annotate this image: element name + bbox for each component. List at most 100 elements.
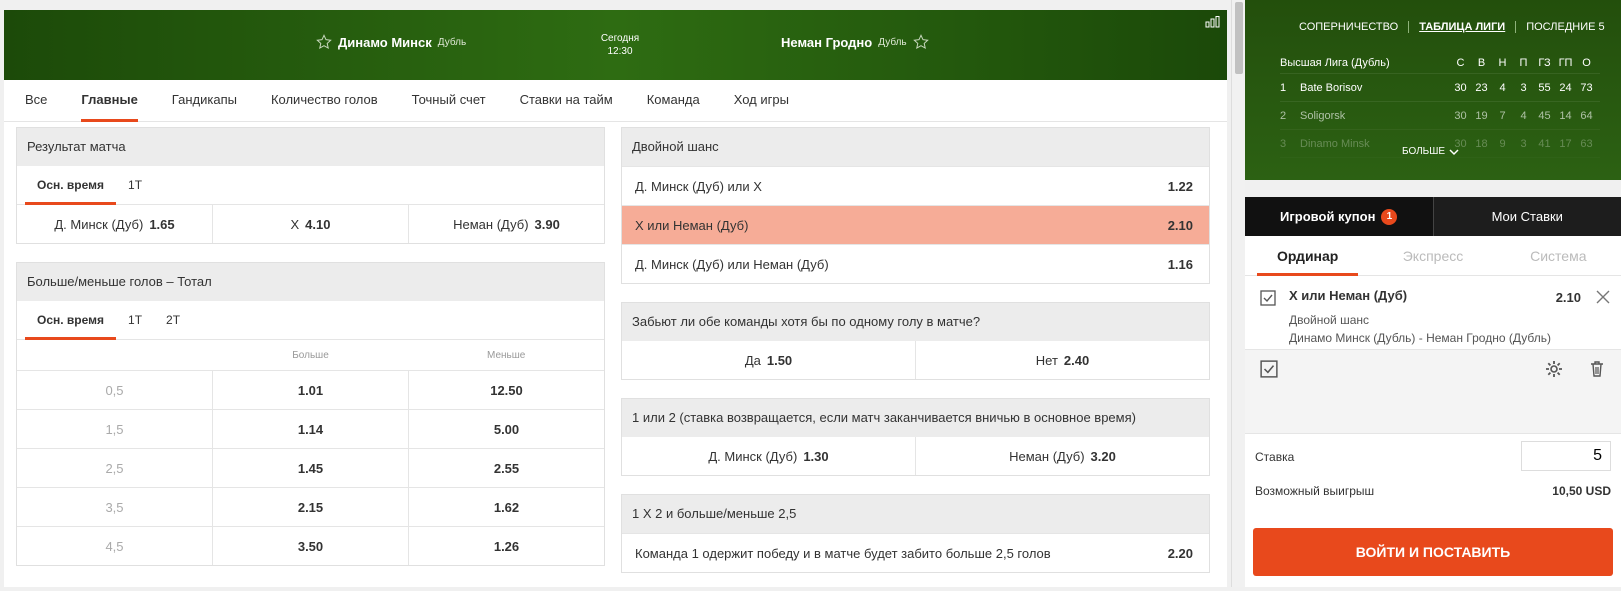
tab-handicaps[interactable]: Гандикапы [155,80,254,121]
row-stat: 45 [1534,110,1555,122]
win-label: Возможный выигрыш [1255,484,1374,498]
tab-express[interactable]: Экспресс [1370,236,1495,275]
league-table-header: Высшая Лига (Дубль) С В Н П ГЗ ГП О [1280,52,1600,74]
under-odd[interactable]: 5.00 [409,410,604,448]
stake-row: Ставка [1245,434,1621,480]
subtab-full-time[interactable]: Осн. время [25,301,116,339]
btts-block: Забьют ли обе команды хотя бы по одному … [621,302,1210,380]
bet-selection: Х или Неман (Дуб) [1289,288,1407,303]
subtab-full-time[interactable]: Осн. время [25,166,116,204]
right-sidebar: СОПЕРНИЧЕСТВО ТАБЛИЦА ЛИГИ ПОСЛЕДНИЕ 5 В… [1245,0,1621,587]
row-pos: 1 [1280,82,1300,94]
checkbox-checked-icon[interactable] [1260,290,1276,306]
tab-game-flow[interactable]: Ход игры [717,80,806,121]
under-odd[interactable]: 1.26 [409,527,604,565]
tab-main[interactable]: Главные [64,80,154,121]
tab-system[interactable]: Система [1496,236,1621,275]
favorite-star-icon[interactable] [316,34,332,50]
over-odd[interactable]: 1.14 [213,410,409,448]
over-odd[interactable]: 1.45 [213,449,409,487]
tab-last-five[interactable]: ПОСЛЕДНИЕ 5 [1516,21,1614,33]
over-odd[interactable]: 2.15 [213,488,409,526]
subtab-2t[interactable]: 2Т [154,301,192,339]
totals-col-under: Меньше [408,340,604,370]
row-stat: 30 [1450,82,1471,94]
outcome-odd: 4.10 [305,217,330,232]
totals-col-total [17,340,213,370]
tab-team[interactable]: Команда [630,80,717,121]
under-odd[interactable]: 2.55 [409,449,604,487]
list-item-selected[interactable]: Х или Неман (Дуб)2.10 [622,205,1209,244]
outcome-yes[interactable]: Да1.50 [622,341,916,379]
over-odd[interactable]: 1.01 [213,371,409,409]
outcome-no[interactable]: Нет2.40 [916,341,1209,379]
tab-exact-score[interactable]: Точный счет [395,80,503,121]
btts-outcomes: Да1.50 Нет2.40 [622,341,1209,379]
list-item[interactable]: Д. Минск (Дуб) или Неман (Дуб)1.16 [622,244,1209,283]
tab-half-bets[interactable]: Ставки на тайм [503,80,630,121]
team1: Динамо Минск Дубль [316,34,466,50]
login-and-bet-button[interactable]: ВОЙТИ И ПОСТАВИТЬ [1253,528,1613,576]
row-stat: 7 [1492,110,1513,122]
team2-name: Неман Гродно [781,35,872,50]
tab-rivalry[interactable]: СОПЕРНИЧЕСТВО [1289,21,1409,33]
row-stat: 3 [1513,82,1534,94]
result-subtabs: Осн. время 1Т [17,166,604,205]
outcome-label: Х [291,217,300,232]
tab-my-bets[interactable]: Мои Ставки [1433,197,1621,236]
left-column: Результат матча Осн. время 1Т Д. Минск (… [16,127,605,584]
trash-icon[interactable] [1588,360,1606,378]
total-value: 1,5 [17,410,213,448]
gear-icon[interactable] [1545,360,1563,378]
totals-col-over: Больше [213,340,409,370]
outcome-label: Неман (Дуб) [453,217,528,232]
outcome-odd: 1.50 [767,353,792,368]
outcome-away[interactable]: Неман (Дуб)3.90 [409,205,604,243]
outcome-away[interactable]: Неман (Дуб)3.20 [916,437,1209,475]
page-scrollbar[interactable] [1231,0,1245,587]
bet-type-tabs: Ординар Экспресс Система [1245,236,1621,276]
bet-odd: 2.10 [1556,290,1581,305]
outcome-label: Нет [1036,353,1058,368]
match-result-block: Результат матча Осн. время 1Т Д. Минск (… [16,127,605,244]
tab-bet-slip[interactable]: Игровой купон 1 [1245,197,1433,236]
subtab-1t[interactable]: 1Т [116,301,154,339]
more-button[interactable]: БОЛЬШЕ [1402,146,1459,157]
favorite-star-icon[interactable] [913,34,929,50]
col-header: С [1450,57,1471,69]
close-icon[interactable] [1595,289,1611,305]
row-stat: 9 [1492,138,1513,150]
col-header: О [1576,57,1597,69]
result-outcomes: Д. Минск (Дуб)1.65 Х 4.10 Неман (Дуб)3.90 [17,205,604,243]
tab-all[interactable]: Все [21,80,64,121]
row-stat: 30 [1450,110,1471,122]
stake-input[interactable] [1521,441,1611,471]
totals-block: Больше/меньше голов – Тотал Осн. время 1… [16,262,605,566]
scrollbar-thumb[interactable] [1235,2,1243,74]
outcome-draw[interactable]: Х 4.10 [213,205,409,243]
list-item[interactable]: Команда 1 одержит победу и в матче будет… [622,533,1209,572]
checkbox-checked-icon[interactable] [1260,360,1278,378]
tab-single[interactable]: Ординар [1245,236,1370,275]
col-header: П [1513,57,1534,69]
row-stat: 55 [1534,82,1555,94]
outcome-odd: 1.30 [803,449,828,464]
under-odd[interactable]: 1.62 [409,488,604,526]
bet-market: Двойной шанс [1289,313,1369,327]
tab-goals[interactable]: Количество голов [254,80,395,121]
league-name: Высшая Лига (Дубль) [1280,57,1450,69]
outcome-home[interactable]: Д. Минск (Дуб)1.30 [622,437,916,475]
row-stat: 24 [1555,82,1576,94]
tab-league-table[interactable]: ТАБЛИЦА ЛИГИ [1409,21,1516,33]
under-odd[interactable]: 12.50 [409,371,604,409]
list-item[interactable]: Д. Минск (Дуб) или Х1.22 [622,166,1209,205]
stats-icon[interactable] [1205,16,1221,28]
table-row: 2 Soligorsk 30 19 7 4 45 14 64 [1280,102,1600,130]
match-day: Сегодня [592,32,648,45]
league-table: Высшая Лига (Дубль) С В Н П ГЗ ГП О 1 Ba… [1280,52,1600,158]
bet-coupon: Игровой купон 1 Мои Ставки Ординар Экспр… [1245,197,1621,587]
outcome-home[interactable]: Д. Минск (Дуб)1.65 [17,205,213,243]
over-odd[interactable]: 3.50 [213,527,409,565]
bet-match: Динамо Минск (Дубль) - Неман Гродно (Дуб… [1289,331,1551,345]
subtab-1t[interactable]: 1Т [116,166,154,204]
